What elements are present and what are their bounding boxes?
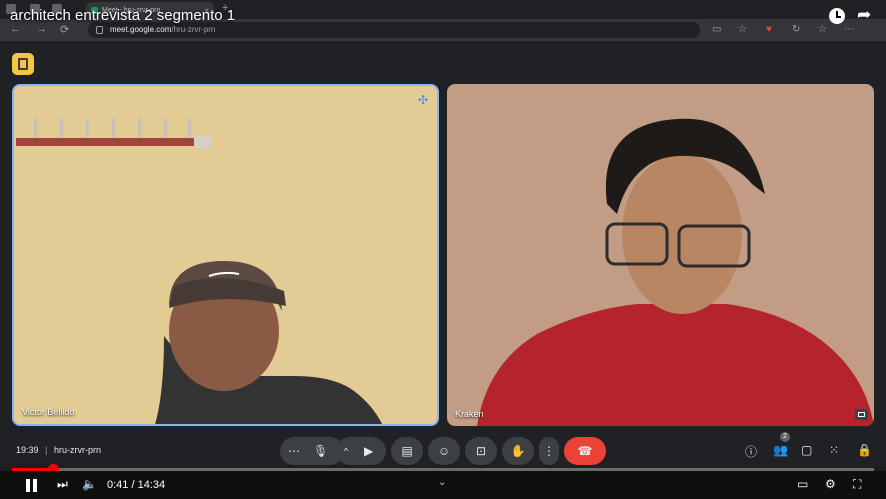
divider: | xyxy=(45,445,48,455)
favorite-icon[interactable]: ☆ xyxy=(738,24,747,35)
meet-window: ✣ Victor Bellido Kraken 19:39 | hru-zrvr… xyxy=(0,41,886,465)
wall-hook xyxy=(164,118,167,140)
wall-rack xyxy=(16,138,194,146)
share-icon[interactable]: ➦ xyxy=(857,5,871,25)
present-button[interactable]: ⊡ xyxy=(465,437,497,465)
volume-icon[interactable]: 🔈 xyxy=(82,477,97,491)
lock-icon xyxy=(96,26,103,34)
captions-icon: ▤ xyxy=(401,444,413,458)
chevron-down-icon[interactable]: ⌄ xyxy=(438,477,446,488)
meeting-badge[interactable] xyxy=(12,53,34,75)
wall-hook xyxy=(60,118,63,140)
camera-permission-icon[interactable]: ▭ xyxy=(712,24,721,35)
wall-hook xyxy=(138,118,141,140)
address-bar[interactable]: meet.google.com/hru-zrvr-prn xyxy=(88,22,700,38)
favorites-bar-icon[interactable]: ☆ xyxy=(818,24,827,35)
audio-controls: ⋯ 🎙 xyxy=(280,437,344,465)
back-icon[interactable]: ← xyxy=(10,23,21,35)
notes-icon xyxy=(18,58,28,70)
url-host: meet.google.com xyxy=(110,25,172,34)
participant-name: Victor Bellido xyxy=(22,407,75,417)
info-icon[interactable]: ⓘ xyxy=(745,443,757,460)
menu-icon[interactable]: ⋯ xyxy=(844,24,854,35)
wall-rack-end xyxy=(194,136,212,148)
captions-button[interactable]: ▤ xyxy=(391,437,423,465)
present-icon: ⊡ xyxy=(475,444,487,458)
more-vert-icon: ⋮ xyxy=(543,444,555,458)
participant-video xyxy=(155,261,383,424)
chevron-up-icon[interactable]: ^ xyxy=(344,437,348,465)
chat-icon[interactable]: ▢ xyxy=(801,443,812,457)
pause-icon[interactable] xyxy=(26,479,38,492)
raise-hand-icon: ✋ xyxy=(510,444,526,458)
participant-tile[interactable]: Kraken xyxy=(447,84,874,426)
wall-hook xyxy=(112,118,115,140)
participant-tile[interactable]: ✣ Victor Bellido xyxy=(12,84,439,426)
meeting-clock: 19:39 xyxy=(16,445,39,455)
emoji-icon: ☺ xyxy=(437,444,451,458)
pin-icon[interactable]: ✣ xyxy=(418,94,430,106)
reactions-button[interactable]: ☺ xyxy=(428,437,460,465)
people-icon[interactable]: 👥 xyxy=(773,443,788,457)
settings-icon[interactable]: ⚙ xyxy=(825,477,836,491)
fullscreen-icon[interactable]: ⛶ xyxy=(853,477,861,492)
raise-hand-button[interactable]: ✋ xyxy=(502,437,534,465)
mic-icon[interactable]: 🎙 xyxy=(313,437,328,465)
leave-call-button[interactable]: ☎ xyxy=(564,437,606,465)
camera-icon[interactable]: ▶ xyxy=(364,437,373,465)
subtitles-icon[interactable]: ▭ xyxy=(797,477,808,491)
forward-icon[interactable]: → xyxy=(36,23,47,35)
url-path: /hru-zrvr-prn xyxy=(171,25,216,34)
wall-hook xyxy=(188,118,191,140)
participant-name: Kraken xyxy=(455,409,484,419)
refresh-extension-icon[interactable]: ↻ xyxy=(792,24,800,35)
participant-video xyxy=(477,118,874,426)
meeting-code[interactable]: hru-zrvr-prn xyxy=(54,445,101,455)
wall-hook xyxy=(86,118,89,140)
activities-icon[interactable]: ⁙ xyxy=(829,443,839,457)
video-title[interactable]: architech entrevista 2 segmento 1 xyxy=(10,7,235,24)
player-controls: ⏭ 🔈 0:41 / 14:34 ⌄ ▭ ⚙ ⛶ xyxy=(0,471,886,499)
next-icon[interactable]: ⏭ xyxy=(57,477,68,492)
tile-options-icon[interactable] xyxy=(855,409,868,420)
extension-icon[interactable]: ♥ xyxy=(766,24,772,35)
host-controls-icon[interactable]: 🔒 xyxy=(857,443,872,457)
end-call-icon: ☎ xyxy=(577,444,593,458)
more-options-button[interactable]: ⋮ xyxy=(539,437,559,465)
more-icon[interactable]: ⋯ xyxy=(288,437,300,465)
watch-later-icon[interactable] xyxy=(829,8,845,24)
time-display: 0:41 / 14:34 xyxy=(107,479,166,491)
participant-count-badge: 2 xyxy=(780,432,790,442)
video-controls: ^ ▶ xyxy=(336,437,386,465)
reload-icon[interactable]: ⟳ xyxy=(60,23,69,36)
wall-hook xyxy=(34,118,37,140)
